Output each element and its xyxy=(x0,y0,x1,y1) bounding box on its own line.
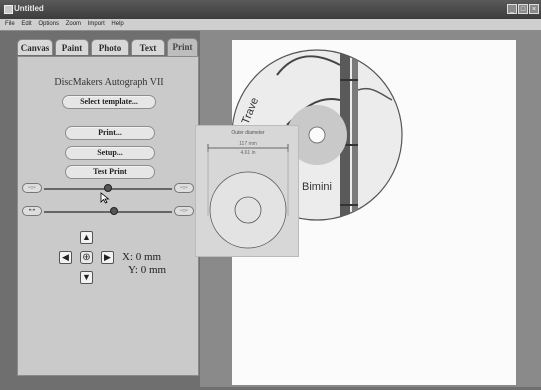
menu-file[interactable]: File xyxy=(5,21,15,27)
menu-edit[interactable]: Edit xyxy=(21,21,31,27)
center-target-icon[interactable]: ⊕ xyxy=(80,251,93,264)
diameter-diagram xyxy=(207,144,289,249)
tab-canvas[interactable]: Canvas xyxy=(17,39,53,55)
slider-2-track[interactable] xyxy=(44,211,172,213)
arrow-left-icon[interactable]: ◀ xyxy=(59,251,72,264)
arrow-right-icon[interactable]: ▶ xyxy=(101,251,114,264)
test-print-button[interactable]: Test Print xyxy=(65,165,155,179)
spacing-narrow-icon[interactable]: •◦• xyxy=(22,206,42,216)
disc-text-bottom: Bimini xyxy=(302,181,332,193)
arrow-down-icon[interactable]: ▼ xyxy=(80,271,93,284)
dimension-in: 4.61 in xyxy=(240,150,256,156)
tab-print[interactable]: Print xyxy=(167,38,198,56)
slider-2-thumb[interactable] xyxy=(110,207,119,215)
size-large-icon[interactable]: ◦○◦ xyxy=(174,183,194,193)
menu-import[interactable]: Import xyxy=(88,21,105,27)
setup-button[interactable]: Setup... xyxy=(65,146,155,160)
spacing-wide-icon[interactable]: ◦○◦ xyxy=(174,206,194,216)
maximize-button[interactable]: □ xyxy=(518,4,528,14)
select-template-button[interactable]: Select template... xyxy=(62,95,156,109)
window-title: Untitled xyxy=(14,4,44,13)
print-panel: DiscMakers Autograph VII Select template… xyxy=(17,56,199,376)
tab-text[interactable]: Text xyxy=(131,39,165,55)
print-button[interactable]: Print... xyxy=(65,126,155,140)
arrow-up-icon[interactable]: ▲ xyxy=(80,231,93,244)
title-bar: Untitled _ □ × xyxy=(0,0,541,19)
menu-options[interactable]: Options xyxy=(38,21,59,27)
outer-diameter-popup: Outer diameter 117 mm 4.61 in xyxy=(195,125,299,257)
menu-help[interactable]: Help xyxy=(111,21,123,27)
size-small-icon[interactable]: ◦○◦ xyxy=(22,183,42,193)
printer-name: DiscMakers Autograph VII xyxy=(54,77,164,88)
close-button[interactable]: × xyxy=(529,4,539,14)
slider-1-thumb[interactable] xyxy=(104,184,112,192)
y-coordinate: Y: 0 mm xyxy=(128,264,167,276)
menu-zoom[interactable]: Zoom xyxy=(66,21,81,27)
minimize-button[interactable]: _ xyxy=(507,4,517,14)
app-icon xyxy=(4,5,13,14)
cursor-arrow-icon xyxy=(100,192,110,204)
x-coordinate: X: 0 mm xyxy=(122,251,162,263)
tab-photo[interactable]: Photo xyxy=(91,39,129,55)
tab-paint[interactable]: Paint xyxy=(55,39,89,55)
